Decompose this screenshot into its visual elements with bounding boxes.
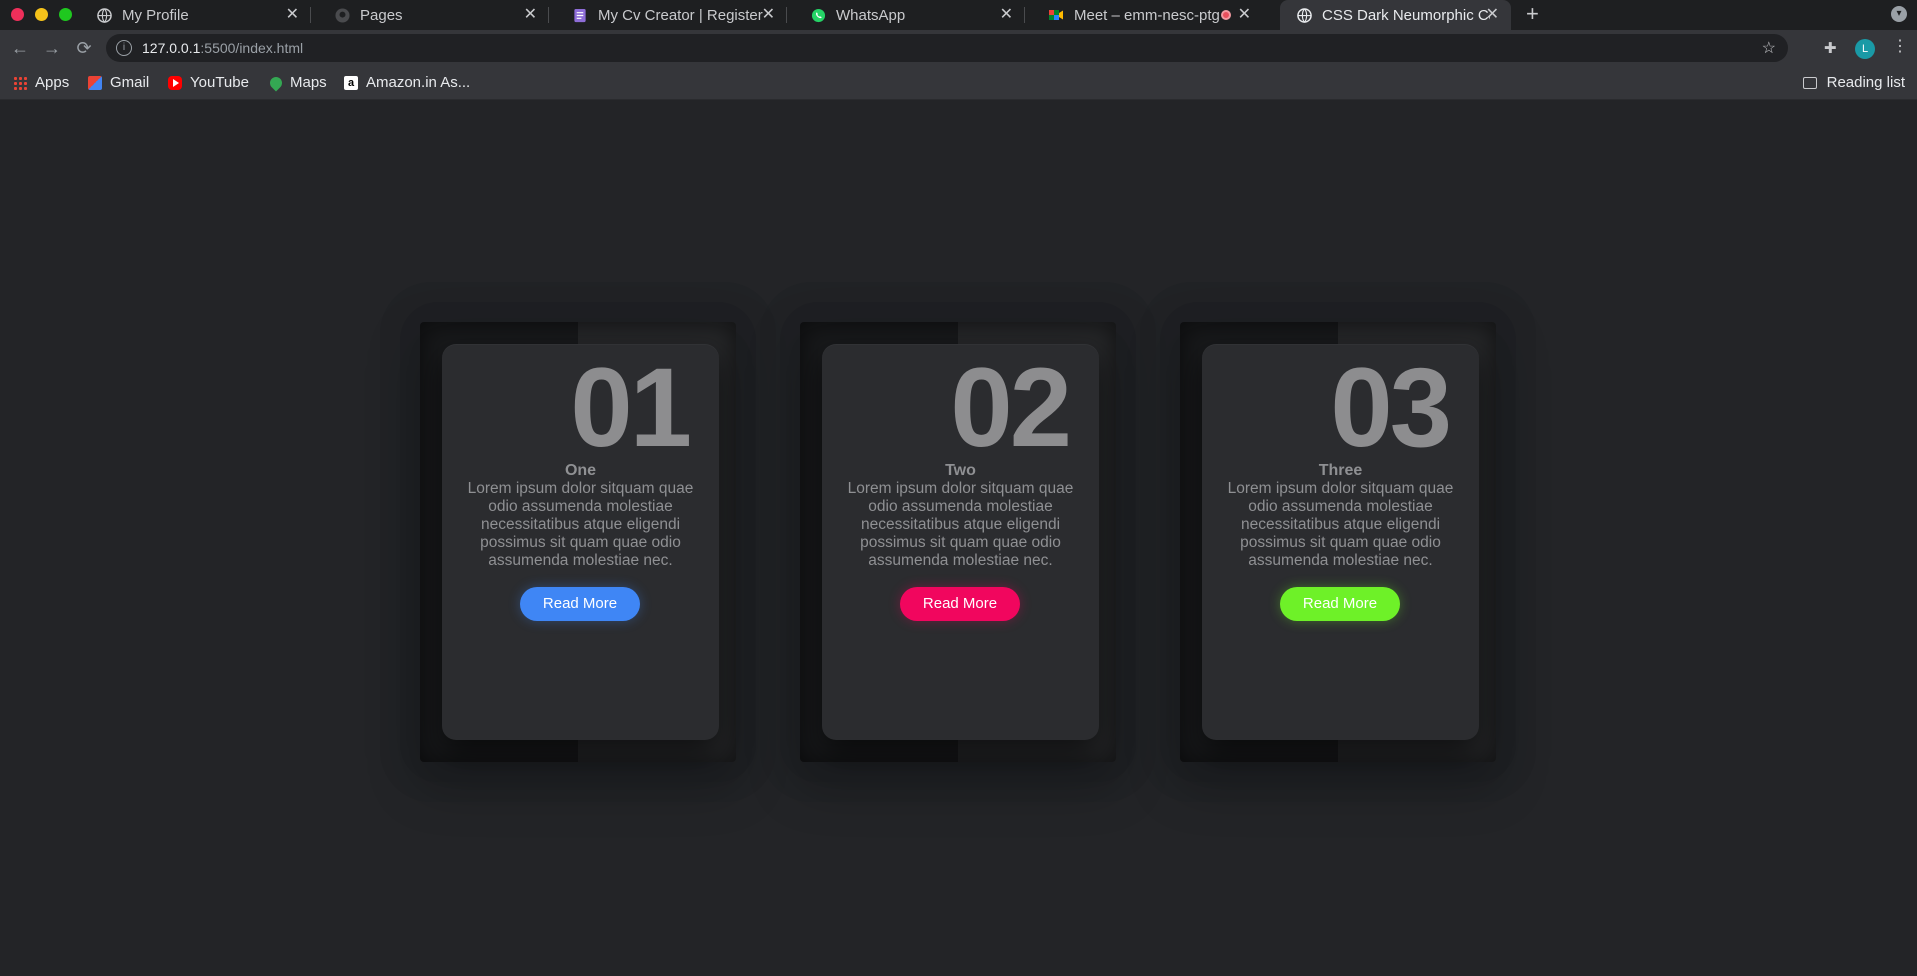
bookmark-label: Apps — [35, 74, 70, 91]
card-title: Three — [1318, 462, 1363, 479]
close-icon[interactable]: ✕ — [1486, 6, 1499, 24]
whatsapp-icon — [810, 7, 826, 23]
close-icon[interactable]: ✕ — [762, 6, 775, 24]
address-bar[interactable]: i 127.0.0.1:5500/index.html ☆ — [106, 34, 1788, 62]
card-text: Lorem ipsum dolor sitquam quae odio assu… — [1227, 480, 1454, 569]
bookmark-apps[interactable]: Apps — [13, 74, 69, 91]
tab-css-dark-neumorphic[interactable]: CSS Dark Neumorphic Ca ✕ — [1280, 0, 1511, 30]
bookmark-maps[interactable]: Maps — [267, 74, 327, 91]
close-window-button[interactable] — [11, 8, 24, 21]
bookmark-gmail[interactable]: Gmail — [88, 74, 149, 91]
tab-title: CSS Dark Neumorphic Ca — [1322, 6, 1490, 24]
card-1: 01 One Lorem ipsum dolor sitquam quae od… — [442, 344, 719, 740]
bookmark-star-icon[interactable]: ☆ — [1762, 38, 1776, 58]
minimize-window-button[interactable] — [35, 8, 48, 21]
tab-pages[interactable]: Pages ✕ — [318, 0, 549, 30]
reading-list-button[interactable]: Reading list — [1802, 74, 1905, 91]
globe-icon — [96, 7, 112, 23]
tab-title: My Cv Creator | Register — [598, 6, 763, 24]
bookmark-label: Maps — [290, 74, 327, 91]
maximize-window-button[interactable] — [59, 8, 72, 21]
card-number: 01 — [570, 345, 692, 470]
read-more-button[interactable]: Read More — [900, 587, 1020, 621]
bookmark-label: Gmail — [110, 74, 150, 91]
github-icon — [334, 7, 350, 23]
more-menu-icon[interactable]: ⋮ — [1892, 37, 1908, 57]
bookmark-amazon[interactable]: a Amazon.in As... — [344, 74, 470, 91]
new-tab-plus-icon[interactable]: + — [1526, 2, 1539, 26]
recording-indicator-icon — [1221, 10, 1231, 20]
card-container-1: 01 One Lorem ipsum dolor sitquam quae od… — [420, 322, 736, 762]
card-container-2: 02 Two Lorem ipsum dolor sitquam quae od… — [800, 322, 1116, 762]
reload-icon[interactable]: ⟳ — [74, 38, 94, 58]
close-icon[interactable]: ✕ — [524, 6, 537, 24]
card-container-3: 03 Three Lorem ipsum dolor sitquam quae … — [1180, 322, 1496, 762]
card-3: 03 Three Lorem ipsum dolor sitquam quae … — [1202, 344, 1479, 740]
tab-title: My Profile — [122, 6, 189, 24]
address-path: :5500/index.html — [200, 40, 304, 56]
reading-list-icon — [1802, 76, 1817, 89]
browser-toolbar: ← → ⟳ i 127.0.0.1:5500/index.html ☆ ✚ L … — [0, 30, 1917, 66]
maps-pin-icon — [267, 74, 285, 91]
tab-search-chevron-icon[interactable]: ▾ — [1891, 6, 1907, 22]
bookmark-label: YouTube — [190, 74, 249, 91]
card-text: Lorem ipsum dolor sitquam quae odio assu… — [847, 480, 1074, 569]
apps-grid-icon — [13, 75, 27, 90]
tab-title: WhatsApp — [836, 6, 906, 24]
forward-arrow-icon[interactable]: → — [42, 38, 62, 58]
back-arrow-icon[interactable]: ← — [10, 38, 30, 58]
card-number: 03 — [1330, 345, 1452, 470]
read-more-button[interactable]: Read More — [520, 587, 640, 621]
amazon-icon: a — [344, 75, 358, 90]
tab-meet[interactable]: Meet – emm-nesc-ptg ✕ — [1032, 0, 1263, 30]
card-title: Two — [945, 462, 976, 479]
meet-icon — [1048, 7, 1064, 23]
card-2: 02 Two Lorem ipsum dolor sitquam quae od… — [822, 344, 1099, 740]
page-content: 01 One Lorem ipsum dolor sitquam quae od… — [0, 100, 1917, 976]
extensions-puzzle-icon[interactable]: ✚ — [1824, 39, 1837, 57]
close-icon[interactable]: ✕ — [286, 6, 299, 24]
tab-whatsapp[interactable]: WhatsApp ✕ — [794, 0, 1025, 30]
card-number: 02 — [950, 345, 1072, 470]
close-icon[interactable]: ✕ — [1000, 6, 1013, 24]
site-info-icon[interactable]: i — [116, 40, 132, 56]
reading-list-label: Reading list — [1826, 74, 1905, 91]
tab-title: Pages — [360, 6, 403, 24]
bookmarks-bar: Apps Gmail YouTube Maps a Amazon.in As..… — [0, 66, 1917, 100]
form-icon — [572, 7, 588, 23]
youtube-icon — [168, 75, 182, 90]
close-icon[interactable]: ✕ — [1238, 6, 1251, 24]
gmail-icon — [88, 75, 102, 90]
tab-my-profile[interactable]: My Profile ✕ — [80, 0, 311, 30]
bookmark-youtube[interactable]: YouTube — [168, 74, 249, 91]
globe-icon — [1296, 7, 1312, 23]
read-more-button[interactable]: Read More — [1280, 587, 1400, 621]
tab-strip: My Profile ✕ Pages ✕ My Cv Creator | Reg… — [0, 0, 1917, 30]
profile-avatar[interactable]: L — [1855, 39, 1875, 59]
card-text: Lorem ipsum dolor sitquam quae odio assu… — [467, 480, 694, 569]
address-host: 127.0.0.1 — [142, 40, 201, 56]
bookmark-label: Amazon.in As... — [366, 74, 471, 91]
tab-cv-creator[interactable]: My Cv Creator | Register ✕ — [556, 0, 787, 30]
card-title: One — [564, 462, 597, 479]
